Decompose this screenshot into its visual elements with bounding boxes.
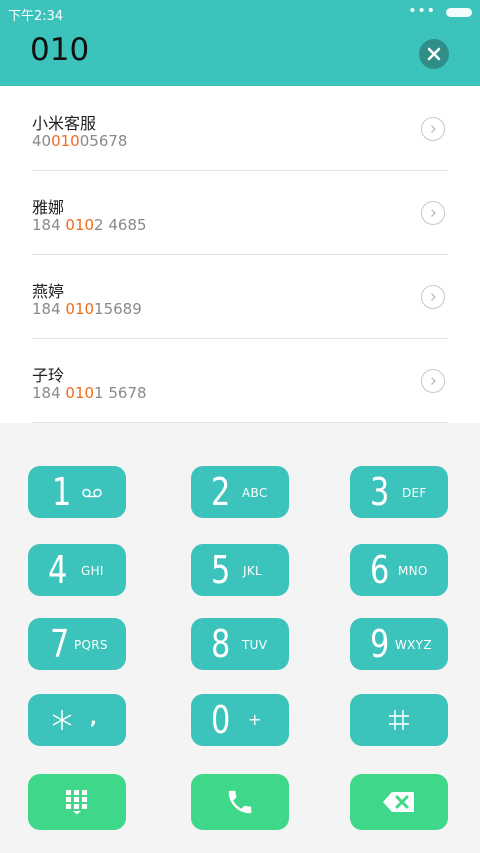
contact-number: 4001005678 xyxy=(32,132,128,150)
key-1[interactable]: 1 xyxy=(28,466,126,518)
key-digit: 9 xyxy=(370,622,390,666)
key-0[interactable]: 0 + xyxy=(191,694,289,746)
contact-name: 小米客服 xyxy=(32,114,97,133)
key-letters: MNO xyxy=(398,564,428,578)
contact-detail-button[interactable] xyxy=(421,285,445,309)
key-digit: 6 xyxy=(370,548,390,592)
voicemail-icon xyxy=(82,488,102,498)
key-digit: 5 xyxy=(211,548,231,592)
clear-button[interactable] xyxy=(419,39,449,69)
key-letters: WXYZ xyxy=(395,638,432,652)
key-letters: , xyxy=(90,708,98,729)
key-digit: 8 xyxy=(211,622,231,666)
battery-icon xyxy=(446,8,472,17)
key-digit: 7 xyxy=(50,622,70,666)
contact-detail-button[interactable] xyxy=(421,117,445,141)
dialpad: 1 2 ABC 3 DEF 4 GHI 5 JKL 6 MNO 7 PQRS 8… xyxy=(0,423,480,853)
dialpad-toggle-button[interactable] xyxy=(28,774,126,830)
backspace-icon xyxy=(383,792,414,812)
key-letters: + xyxy=(248,710,262,729)
contact-name: 子玲 xyxy=(32,366,65,385)
contact-detail-button[interactable] xyxy=(421,369,445,393)
asterisk-icon xyxy=(52,710,72,730)
hash-icon xyxy=(389,710,409,730)
key-hash[interactable] xyxy=(350,694,448,746)
status-dots: ••• xyxy=(408,3,436,19)
key-digit: 2 xyxy=(211,470,231,514)
key-digit: 1 xyxy=(52,470,72,514)
contact-number: 184 0102 4685 xyxy=(32,216,147,234)
key-5[interactable]: 5 JKL xyxy=(191,544,289,596)
detail-chevron-icon xyxy=(431,125,436,133)
key-letters: JKL xyxy=(243,564,262,578)
contact-name: 燕婷 xyxy=(32,282,65,301)
key-letters: TUV xyxy=(242,638,268,652)
matched-digits: 010 xyxy=(65,300,95,318)
dialpad-toggle-icon xyxy=(66,790,87,815)
key-9[interactable]: 9 WXYZ xyxy=(350,618,448,670)
status-bar: 下午2:34 ••• xyxy=(0,0,480,24)
key-6[interactable]: 6 MNO xyxy=(350,544,448,596)
key-3[interactable]: 3 DEF xyxy=(350,466,448,518)
key-8[interactable]: 8 TUV xyxy=(191,618,289,670)
key-2[interactable]: 2 ABC xyxy=(191,466,289,518)
dialer-header: 下午2:34 ••• 010 xyxy=(0,0,480,86)
dialed-number[interactable]: 010 xyxy=(30,32,89,68)
contact-number: 184 01015689 xyxy=(32,300,142,318)
key-4[interactable]: 4 GHI xyxy=(28,544,126,596)
key-letters: PQRS xyxy=(74,638,108,652)
detail-chevron-icon xyxy=(431,209,436,217)
key-letters: GHI xyxy=(81,564,104,578)
key-digit: 0 xyxy=(211,698,231,742)
detail-chevron-icon xyxy=(431,293,436,301)
matched-digits: 010 xyxy=(51,132,80,150)
key-digit: 4 xyxy=(48,548,68,592)
contact-row[interactable]: 雅娜 184 0102 4685 xyxy=(0,170,480,254)
key-letters: DEF xyxy=(402,486,427,500)
matched-digits: 010 xyxy=(65,384,95,402)
key-digit: 3 xyxy=(370,470,390,514)
clear-icon xyxy=(427,47,441,61)
matched-digits: 010 xyxy=(65,216,95,234)
phone-icon xyxy=(228,790,252,814)
contact-detail-button[interactable] xyxy=(421,201,445,225)
key-7[interactable]: 7 PQRS xyxy=(28,618,126,670)
backspace-button[interactable] xyxy=(350,774,448,830)
contact-row[interactable]: 燕婷 184 01015689 xyxy=(0,254,480,338)
detail-chevron-icon xyxy=(431,377,436,385)
call-button[interactable] xyxy=(191,774,289,830)
key-letters: ABC xyxy=(242,486,268,500)
search-results-list: 小米客服 4001005678 雅娜 184 0102 4685 燕婷 184 … xyxy=(0,86,480,423)
contact-name: 雅娜 xyxy=(32,198,65,217)
contact-row[interactable]: 子玲 184 0101 5678 xyxy=(0,338,480,422)
key-star[interactable]: , xyxy=(28,694,126,746)
contact-row[interactable]: 小米客服 4001005678 xyxy=(0,86,480,170)
status-time: 下午2:34 xyxy=(8,9,64,24)
contact-number: 184 0101 5678 xyxy=(32,384,147,402)
